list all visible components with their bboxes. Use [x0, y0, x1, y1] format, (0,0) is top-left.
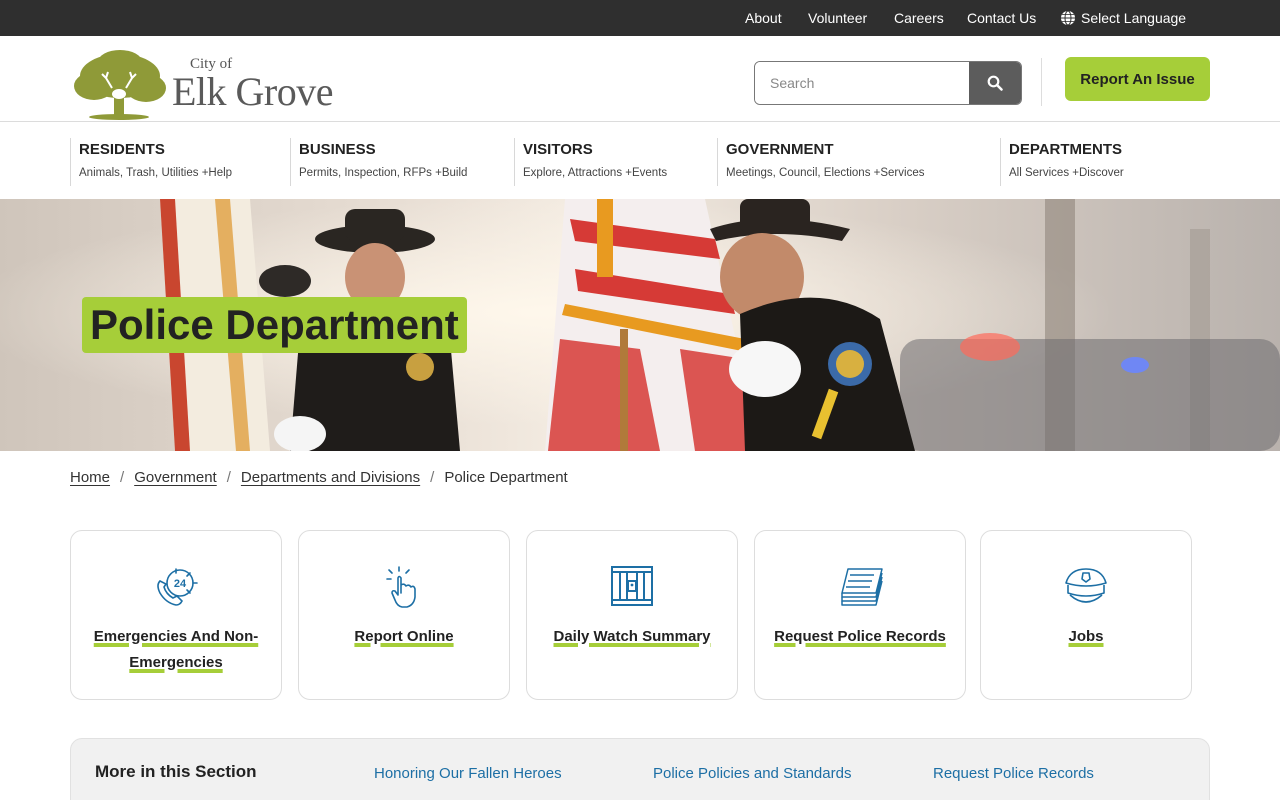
police-hat-icon — [1065, 568, 1107, 603]
search-input[interactable] — [755, 62, 969, 104]
breadcrumb-separator: / — [226, 469, 231, 486]
nav-business[interactable]: BUSINESS Permits, Inspection, RFPs +Buil… — [290, 138, 467, 186]
records-stack-icon — [841, 568, 883, 606]
volunteer-link[interactable]: Volunteer — [808, 10, 867, 26]
hero-banner: Police Department — [0, 199, 1280, 451]
select-language-label: Select Language — [1081, 10, 1187, 26]
card-report-online-label: Report Online — [354, 628, 454, 645]
honoring-fallen-heroes-link[interactable]: Honoring Our Fallen Heroes — [374, 765, 562, 782]
breadcrumb-separator: / — [120, 469, 125, 486]
card-daily-watch-summary[interactable]: Daily Watch Summary — [526, 530, 738, 700]
nav-residents[interactable]: RESIDENTS Animals, Trash, Utilities +Hel… — [70, 138, 232, 186]
page-title: Police Department — [82, 297, 467, 353]
card-emergencies[interactable]: 24 Emergencies And Non-Emergencies — [70, 530, 282, 700]
card-emergencies-label: Emergencies And Non-Emergencies — [93, 628, 259, 671]
nav-visitors[interactable]: VISITORS Explore, Attractions +Events — [514, 138, 667, 186]
top-utility-bar: About Volunteer Careers Contact Us Selec… — [0, 0, 1280, 36]
logo-city-name: Elk Grove — [172, 69, 334, 114]
more-in-section-panel: More in this Section Honoring Our Fallen… — [70, 738, 1210, 800]
select-language-button[interactable]: Select Language — [1060, 10, 1186, 26]
nav-residents-title: RESIDENTS — [79, 141, 165, 158]
site-header: City of Elk Grove Report An Issue — [0, 36, 1280, 122]
report-an-issue-button[interactable]: Report An Issue — [1065, 57, 1210, 101]
request-police-records-link[interactable]: Request Police Records — [933, 765, 1094, 782]
main-navigation: RESIDENTS Animals, Trash, Utilities +Hel… — [0, 122, 1280, 199]
phone-24-icon: 24 — [157, 568, 198, 606]
nav-government-title: GOVERNMENT — [726, 141, 834, 158]
breadcrumb: Home / Government / Departments and Divi… — [70, 469, 568, 486]
card-jobs-label: Jobs — [1068, 628, 1104, 645]
more-in-section-title: More in this Section — [95, 762, 257, 781]
card-report-online[interactable]: Report Online — [298, 530, 510, 700]
header-divider — [1041, 58, 1042, 106]
search-icon — [987, 75, 1003, 91]
nav-government-subtitle: Meetings, Council, Elections +Services — [726, 167, 925, 179]
search-box — [754, 61, 1022, 105]
police-policies-link[interactable]: Police Policies and Standards — [653, 765, 851, 782]
nav-departments-title: DEPARTMENTS — [1009, 141, 1123, 158]
breadcrumb-current: Police Department — [444, 469, 568, 486]
globe-icon — [1061, 10, 1075, 26]
city-logo[interactable]: City of Elk Grove — [70, 48, 340, 120]
nav-visitors-subtitle: Explore, Attractions +Events — [523, 167, 668, 179]
nav-departments[interactable]: DEPARTMENTS All Services +Discover — [1000, 138, 1124, 186]
breadcrumb-government-link[interactable]: Government — [134, 469, 217, 486]
hand-click-icon — [386, 566, 416, 608]
nav-business-title: BUSINESS — [299, 141, 376, 158]
breadcrumb-separator: / — [430, 469, 435, 486]
card-request-police-records-label: Request Police Records — [774, 628, 946, 645]
card-daily-watch-summary-label: Daily Watch Summary — [553, 628, 711, 645]
search-button[interactable] — [969, 62, 1021, 104]
card-request-police-records[interactable]: Request Police Records — [754, 530, 966, 700]
contact-us-link[interactable]: Contact Us — [967, 10, 1036, 26]
svg-text:24: 24 — [174, 578, 187, 590]
nav-business-subtitle: Permits, Inspection, RFPs +Build — [299, 167, 468, 179]
nav-government[interactable]: GOVERNMENT Meetings, Council, Elections … — [717, 138, 924, 186]
elk-tree-logo-icon — [74, 50, 166, 120]
about-link[interactable]: About — [745, 10, 782, 26]
careers-link[interactable]: Careers — [894, 10, 944, 26]
nav-residents-subtitle: Animals, Trash, Utilities +Help — [79, 167, 233, 179]
nav-departments-subtitle: All Services +Discover — [1009, 167, 1124, 179]
breadcrumb-departments-link[interactable]: Departments and Divisions — [241, 469, 420, 486]
nav-visitors-title: VISITORS — [523, 141, 593, 158]
card-jobs[interactable]: Jobs — [980, 530, 1192, 700]
jail-cell-icon — [611, 566, 653, 606]
breadcrumb-home-link[interactable]: Home — [70, 469, 110, 486]
